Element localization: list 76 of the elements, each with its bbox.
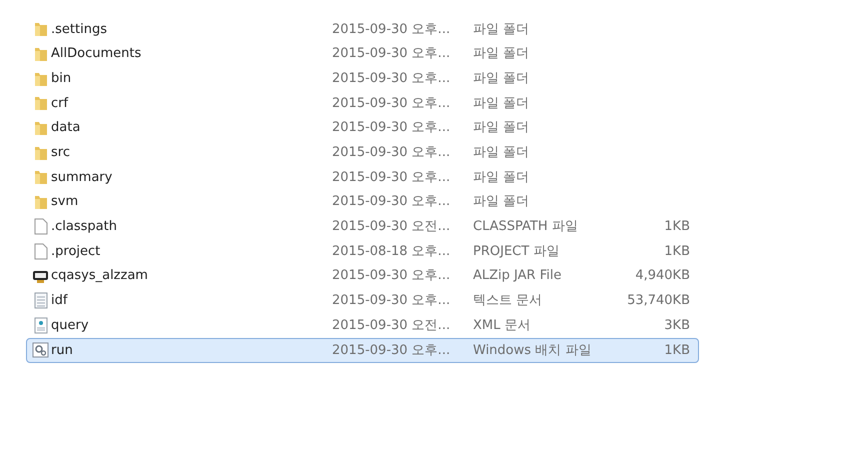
folder-icon bbox=[32, 46, 48, 62]
file-type: CLASSPATH 파일 bbox=[473, 218, 579, 236]
xml-file-icon bbox=[34, 317, 48, 334]
file-type: 파일 폴더 bbox=[473, 70, 530, 88]
folder-icon bbox=[32, 194, 48, 210]
file-date: 2015-09-30 오후... bbox=[332, 94, 452, 113]
file-name: summary bbox=[51, 168, 114, 187]
file-row[interactable]: crf 2015-09-30 오후... 파일 폴더 bbox=[26, 91, 699, 116]
file-row[interactable]: .settings 2015-09-30 오후... 파일 폴더 bbox=[26, 17, 699, 42]
file-size: 1KB bbox=[663, 342, 690, 360]
file-name: idf bbox=[51, 292, 69, 310]
file-row[interactable]: idf 2015-09-30 오후... 텍스트 문서 53,740KB bbox=[26, 288, 699, 314]
file-name: .project bbox=[51, 242, 102, 261]
file-type: 텍스트 문서 bbox=[473, 292, 544, 310]
file-date: 2015-09-30 오후... bbox=[332, 193, 452, 212]
file-icon bbox=[34, 218, 48, 236]
file-type: 파일 폴더 bbox=[473, 20, 530, 39]
file-size: 53,740KB bbox=[626, 292, 690, 310]
file-name: query bbox=[51, 316, 90, 335]
file-name: cqasys_alzzam bbox=[51, 267, 149, 286]
file-size: 1KB bbox=[663, 218, 690, 236]
text-file-icon bbox=[34, 292, 48, 310]
file-row[interactable]: .classpath 2015-09-30 오전... CLASSPATH 파일 1KB bbox=[26, 214, 699, 240]
file-name: bin bbox=[51, 70, 72, 88]
file-row[interactable]: cqasys_alzzam 2015-09-30 오후... ALZip JAR File 4,940KB bbox=[26, 264, 699, 289]
file-name: svm bbox=[51, 193, 80, 212]
folder-icon bbox=[32, 95, 48, 112]
file-icon bbox=[34, 243, 48, 260]
file-row[interactable]: data 2015-09-30 오후... 파일 폴더 bbox=[26, 116, 699, 140]
file-row[interactable]: src 2015-09-30 오후... 파일 폴더 bbox=[26, 140, 699, 166]
file-name: crf bbox=[51, 94, 70, 113]
file-type: 파일 폴더 bbox=[473, 119, 530, 138]
file-name: data bbox=[51, 119, 82, 138]
file-name: .settings bbox=[51, 20, 108, 39]
file-size: 4,940KB bbox=[634, 267, 690, 286]
file-date: 2015-09-30 오후... bbox=[332, 292, 452, 310]
file-date: 2015-09-30 오후... bbox=[332, 144, 452, 162]
file-size: 1KB bbox=[663, 242, 690, 261]
file-row[interactable]: AllDocuments 2015-09-30 오후... 파일 폴더 bbox=[26, 42, 699, 66]
file-row[interactable]: bin 2015-09-30 오후... 파일 폴더 bbox=[26, 66, 699, 92]
file-type: 파일 폴더 bbox=[473, 144, 530, 162]
file-type: 파일 폴더 bbox=[473, 94, 530, 113]
file-type: XML 문서 bbox=[473, 316, 532, 335]
file-date: 2015-09-30 오후... bbox=[332, 45, 452, 64]
file-type: 파일 폴더 bbox=[473, 193, 530, 212]
jar-icon bbox=[32, 268, 49, 284]
file-type: Windows 배치 파일 bbox=[473, 342, 592, 360]
file-date: 2015-09-30 오후... bbox=[332, 70, 452, 88]
file-type: 파일 폴더 bbox=[473, 168, 530, 187]
file-date: 2015-09-30 오후... bbox=[332, 168, 452, 187]
file-row[interactable]: query 2015-09-30 오전... XML 문서 3KB bbox=[26, 313, 699, 338]
folder-icon bbox=[32, 144, 48, 161]
file-date: 2015-09-30 오후... bbox=[332, 342, 452, 360]
file-row[interactable]: summary 2015-09-30 오후... 파일 폴더 bbox=[26, 165, 699, 190]
folder-icon bbox=[32, 169, 48, 186]
file-date: 2015-09-30 오전... bbox=[332, 316, 452, 335]
folder-icon bbox=[32, 120, 48, 136]
folder-icon bbox=[32, 70, 48, 87]
folder-icon bbox=[32, 21, 48, 38]
gear-file-icon bbox=[32, 342, 49, 358]
file-type: PROJECT 파일 bbox=[473, 242, 560, 261]
file-date: 2015-09-30 오후... bbox=[332, 267, 452, 286]
file-type: 파일 폴더 bbox=[473, 45, 530, 64]
file-row[interactable]: svm 2015-09-30 오후... 파일 폴더 bbox=[26, 190, 699, 214]
file-name: .classpath bbox=[51, 218, 118, 236]
file-row[interactable]: .project 2015-08-18 오후... PROJECT 파일 1KB bbox=[26, 239, 699, 264]
file-row[interactable]: run 2015-09-30 오후... Windows 배치 파일 1KB bbox=[26, 338, 699, 363]
file-date: 2015-09-30 오후... bbox=[332, 119, 452, 138]
file-name: run bbox=[51, 342, 74, 360]
file-date: 2015-09-30 오후... bbox=[332, 20, 452, 39]
file-name: src bbox=[51, 144, 71, 162]
file-date: 2015-09-30 오전... bbox=[332, 218, 452, 236]
file-type: ALZip JAR File bbox=[473, 267, 562, 286]
file-date: 2015-08-18 오후... bbox=[332, 242, 452, 261]
file-size: 3KB bbox=[663, 316, 690, 335]
file-name: AllDocuments bbox=[51, 45, 142, 64]
